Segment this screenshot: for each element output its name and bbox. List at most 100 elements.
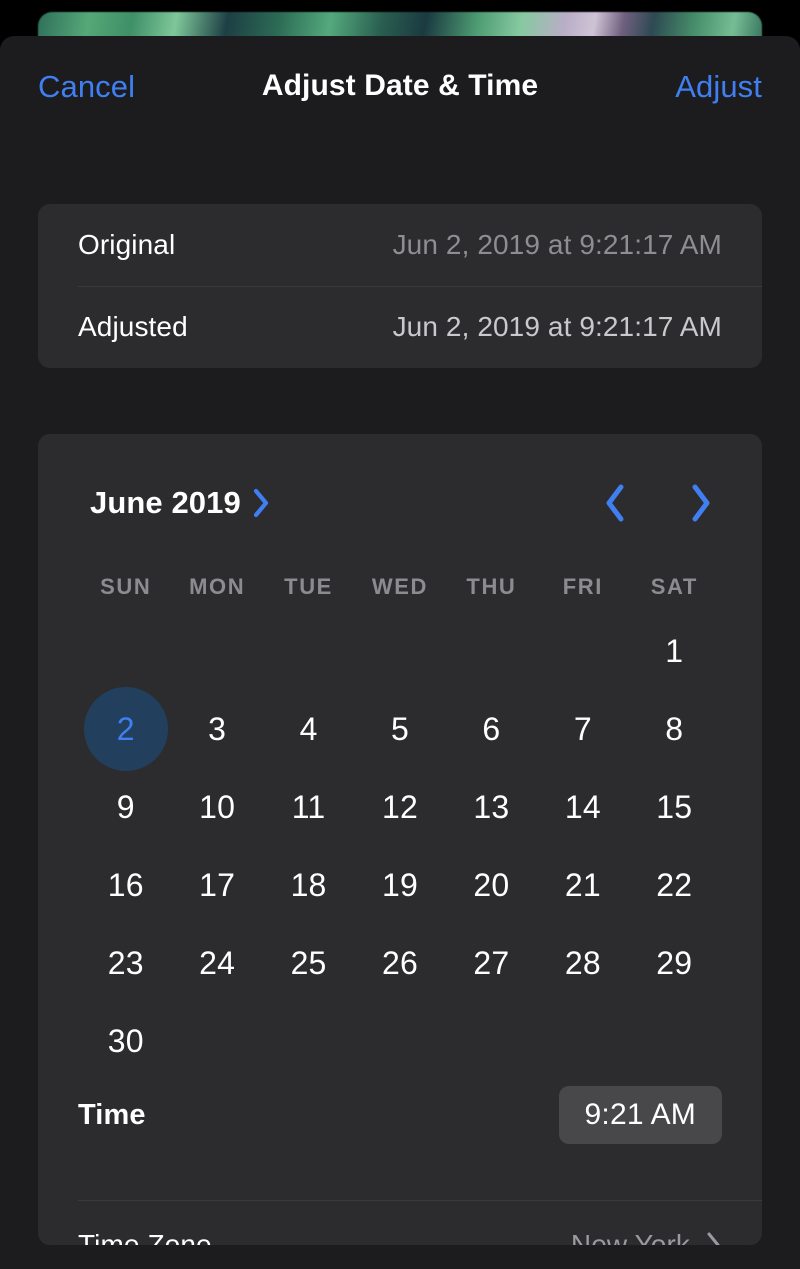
screen: Cancel Adjust Date & Time Adjust Origina… — [0, 0, 800, 1269]
calendar-day-number: 4 — [300, 711, 318, 748]
calendar-day-number: 28 — [565, 945, 601, 982]
calendar-day-7[interactable]: 7 — [537, 690, 628, 768]
calendar-day-30[interactable]: 30 — [80, 1002, 171, 1080]
calendar-day-1[interactable]: 1 — [629, 612, 720, 690]
calendar-day-number: 16 — [108, 867, 144, 904]
calendar-day-4[interactable]: 4 — [263, 690, 354, 768]
calendar-day-28[interactable]: 28 — [537, 924, 628, 1002]
calendar-day-number: 13 — [473, 789, 509, 826]
weekday-sat: SAT — [629, 574, 720, 600]
calendar-day-number: 14 — [565, 789, 601, 826]
chevron-right-icon — [706, 1231, 722, 1245]
calendar-day-22[interactable]: 22 — [629, 846, 720, 924]
calendar-day-number: 2 — [117, 711, 135, 748]
calendar-day-3[interactable]: 3 — [171, 690, 262, 768]
calendar-day-number: 23 — [108, 945, 144, 982]
calendar-day-10[interactable]: 10 — [171, 768, 262, 846]
month-picker-button[interactable]: June 2019 — [90, 474, 271, 532]
month-label: June 2019 — [90, 485, 241, 521]
time-zone-row[interactable]: Time Zone New York — [38, 1200, 762, 1245]
calendar-day-empty — [354, 612, 445, 690]
calendar-day-number: 19 — [382, 867, 418, 904]
calendar-day-empty — [263, 612, 354, 690]
adjusted-label: Adjusted — [78, 311, 188, 343]
chevron-left-icon — [602, 482, 628, 524]
month-navigation — [598, 474, 718, 532]
weekday-thu: THU — [446, 574, 537, 600]
original-value: Jun 2, 2019 at 9:21:17 AM — [393, 229, 722, 261]
calendar-day-empty — [446, 612, 537, 690]
calendar-day-8[interactable]: 8 — [629, 690, 720, 768]
calendar-day-number: 7 — [574, 711, 592, 748]
calendar-day-26[interactable]: 26 — [354, 924, 445, 1002]
calendar-day-24[interactable]: 24 — [171, 924, 262, 1002]
calendar-day-number: 22 — [656, 867, 692, 904]
calendar-day-number: 15 — [656, 789, 692, 826]
adjusted-value: Jun 2, 2019 at 9:21:17 AM — [393, 311, 722, 343]
weekday-header-row: SUNMONTUEWEDTHUFRISAT — [80, 574, 720, 600]
chevron-right-icon — [688, 482, 714, 524]
calendar-day-number: 12 — [382, 789, 418, 826]
calendar-day-5[interactable]: 5 — [354, 690, 445, 768]
calendar-day-number: 24 — [199, 945, 235, 982]
calendar-day-empty — [80, 612, 171, 690]
calendar-day-21[interactable]: 21 — [537, 846, 628, 924]
calendar-day-19[interactable]: 19 — [354, 846, 445, 924]
calendar-day-23[interactable]: 23 — [80, 924, 171, 1002]
weekday-wed: WED — [354, 574, 445, 600]
time-zone-label: Time Zone — [78, 1229, 212, 1245]
calendar-day-number: 9 — [117, 789, 135, 826]
time-zone-value-group: New York — [571, 1229, 722, 1245]
calendar-day-number: 18 — [291, 867, 327, 904]
calendar-day-14[interactable]: 14 — [537, 768, 628, 846]
adjust-date-time-sheet: Cancel Adjust Date & Time Adjust Origina… — [0, 36, 800, 1269]
weekday-fri: FRI — [537, 574, 628, 600]
calendar-day-number: 29 — [656, 945, 692, 982]
original-row: Original Jun 2, 2019 at 9:21:17 AM — [38, 204, 762, 286]
calendar-day-number: 5 — [391, 711, 409, 748]
calendar-day-number: 10 — [199, 789, 235, 826]
original-label: Original — [78, 229, 175, 261]
calendar-day-20[interactable]: 20 — [446, 846, 537, 924]
calendar-days-grid: 1234567891011121314151617181920212223242… — [80, 612, 720, 1080]
time-value-field[interactable]: 9:21 AM — [559, 1086, 722, 1144]
calendar-day-number: 25 — [291, 945, 327, 982]
weekday-mon: MON — [171, 574, 262, 600]
calendar-day-29[interactable]: 29 — [629, 924, 720, 1002]
calendar-day-15[interactable]: 15 — [629, 768, 720, 846]
calendar-day-empty — [171, 612, 262, 690]
calendar-day-17[interactable]: 17 — [171, 846, 262, 924]
previous-month-button[interactable] — [598, 480, 632, 526]
calendar-day-12[interactable]: 12 — [354, 768, 445, 846]
calendar-day-number: 1 — [665, 633, 683, 670]
calendar-day-18[interactable]: 18 — [263, 846, 354, 924]
adjust-button[interactable]: Adjust — [675, 68, 762, 106]
calendar-day-number: 20 — [473, 867, 509, 904]
calendar-day-number: 11 — [292, 789, 326, 826]
date-info-card: Original Jun 2, 2019 at 9:21:17 AM Adjus… — [38, 204, 762, 368]
time-row: Time 9:21 AM — [38, 1074, 762, 1156]
calendar-day-13[interactable]: 13 — [446, 768, 537, 846]
calendar-day-16[interactable]: 16 — [80, 846, 171, 924]
weekday-tue: TUE — [263, 574, 354, 600]
calendar-card: June 2019 — [38, 434, 762, 1245]
calendar-day-empty — [537, 612, 628, 690]
time-label: Time — [78, 1099, 146, 1132]
calendar-day-number: 6 — [482, 711, 500, 748]
weekday-sun: SUN — [80, 574, 171, 600]
calendar-day-number: 21 — [565, 867, 601, 904]
navigation-bar: Cancel Adjust Date & Time Adjust — [0, 36, 800, 146]
calendar-day-6[interactable]: 6 — [446, 690, 537, 768]
calendar-day-11[interactable]: 11 — [263, 768, 354, 846]
calendar-day-number: 26 — [382, 945, 418, 982]
time-zone-value: New York — [571, 1229, 690, 1245]
adjusted-row: Adjusted Jun 2, 2019 at 9:21:17 AM — [38, 286, 762, 368]
calendar-day-number: 27 — [473, 945, 509, 982]
chevron-right-icon — [253, 488, 271, 518]
calendar-header: June 2019 — [38, 474, 762, 532]
calendar-day-25[interactable]: 25 — [263, 924, 354, 1002]
calendar-day-2[interactable]: 2 — [80, 690, 171, 768]
next-month-button[interactable] — [684, 480, 718, 526]
calendar-day-9[interactable]: 9 — [80, 768, 171, 846]
calendar-day-27[interactable]: 27 — [446, 924, 537, 1002]
